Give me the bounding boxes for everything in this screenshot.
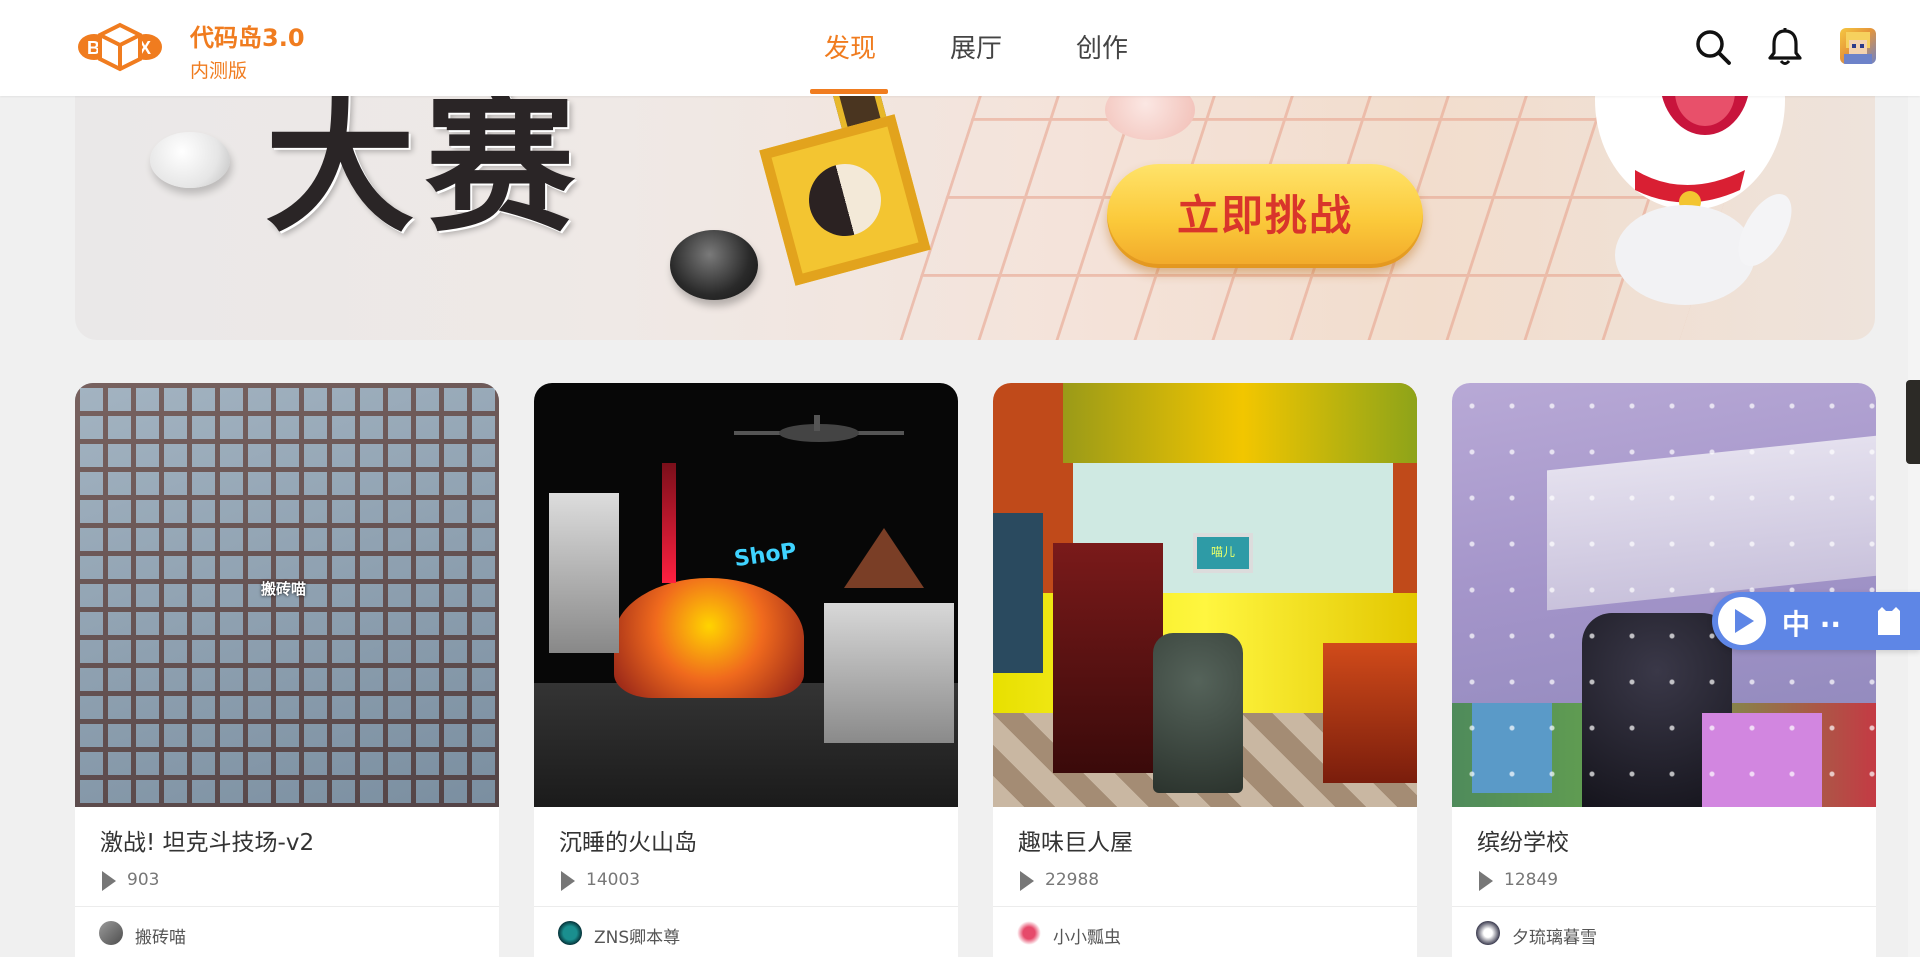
black-stone [670, 230, 758, 300]
brand-version-badge: 内测版 [190, 60, 248, 82]
user-avatar[interactable] [1840, 28, 1876, 64]
tab-discover[interactable]: 发现 [822, 28, 878, 68]
play-count: 22988 [1045, 870, 1100, 890]
card-divider [1452, 906, 1876, 907]
blue-shelf [993, 513, 1043, 673]
work-card[interactable]: 缤纷学校 12849 夕琉璃暮雪 [1452, 383, 1876, 957]
airplane-icon [734, 415, 904, 442]
work-title[interactable]: 沉睡的火山岛 [559, 823, 697, 857]
monitor-caption: 喵儿 [1211, 545, 1236, 559]
play-count-icon [1479, 871, 1493, 891]
top-nav-bar: B X 代码岛3.0 内测版 发现 展厅 创作 [0, 0, 1920, 96]
work-thumbnail[interactable]: ShoP [534, 383, 958, 807]
red-chair [1053, 543, 1163, 773]
author-avatar[interactable] [1017, 921, 1041, 945]
thumbnail-caption: 搬砖喵 [261, 580, 307, 598]
thumbnail-monitor: 喵儿 [1193, 533, 1253, 573]
shop-sign: ShoP [732, 538, 799, 573]
author-name[interactable]: 小小瓢虫 [1053, 923, 1121, 948]
tab-gallery[interactable]: 展厅 [948, 28, 1004, 68]
active-tab-indicator [810, 89, 888, 94]
page-scrollbar[interactable] [1908, 96, 1920, 957]
author-name[interactable]: 夕琉璃暮雪 [1512, 923, 1597, 948]
work-title[interactable]: 趣味巨人屋 [1018, 823, 1133, 857]
shirt-icon[interactable] [1874, 605, 1904, 637]
white-building [824, 603, 954, 743]
float-widget-label: 中 ·· [1782, 608, 1842, 641]
banner-headline: 大赛 [265, 77, 586, 253]
work-card[interactable]: 喵儿 趣味巨人屋 22988 小小瓢虫 [993, 383, 1417, 957]
challenge-now-button[interactable]: 立即挑战 [1107, 164, 1423, 268]
work-title[interactable]: 缤纷学校 [1477, 823, 1569, 857]
lava-plume [662, 463, 676, 583]
thumbnail-ceiling [1063, 383, 1417, 463]
author-name[interactable]: 搬砖喵 [135, 923, 186, 948]
play-icon[interactable] [1718, 597, 1766, 645]
floating-assistant-widget[interactable]: 中 ·· [1712, 592, 1920, 650]
card-divider [75, 906, 499, 907]
work-thumbnail[interactable]: 喵儿 [993, 383, 1417, 807]
author-avatar[interactable] [1476, 921, 1500, 945]
play-count: 903 [127, 870, 160, 890]
event-banner[interactable]: 大赛 立即挑战 [75, 60, 1875, 340]
author-name[interactable]: ZNS卿本尊 [594, 923, 680, 948]
card-divider [993, 906, 1417, 907]
mascot-illustration [1595, 60, 1792, 305]
logo-icon[interactable]: B X [76, 22, 164, 72]
avatar-image [1844, 32, 1872, 64]
author-avatar[interactable] [99, 921, 123, 945]
yin-yang-icon [800, 155, 890, 245]
play-count-icon [102, 871, 116, 891]
play-count: 12849 [1504, 870, 1559, 890]
tab-create[interactable]: 创作 [1074, 28, 1130, 68]
bell-icon[interactable] [1764, 26, 1806, 68]
play-count: 14003 [586, 870, 641, 890]
brand-name: 代码岛3.0 [190, 24, 305, 52]
taiji-pendant [759, 114, 931, 286]
search-icon[interactable] [1692, 26, 1734, 68]
work-thumbnail[interactable]: 搬砖喵 [75, 383, 499, 807]
red-box [1323, 643, 1417, 783]
white-tower [549, 493, 619, 653]
card-divider [534, 906, 958, 907]
play-count-icon [1020, 871, 1034, 891]
work-card[interactable]: 搬砖喵 激战! 坦克斗技场-v2 903 搬砖喵 [75, 383, 499, 957]
play-count-icon [561, 871, 575, 891]
character-figure [1153, 633, 1243, 793]
side-tab-handle[interactable] [1906, 380, 1920, 464]
pagoda-roof [844, 528, 924, 588]
white-stone [150, 132, 230, 188]
work-card[interactable]: ShoP 沉睡的火山岛 14003 ZNS卿本尊 [534, 383, 958, 957]
work-title[interactable]: 激战! 坦克斗技场-v2 [100, 823, 314, 857]
volcano-shape [614, 578, 804, 698]
author-avatar[interactable] [558, 921, 582, 945]
